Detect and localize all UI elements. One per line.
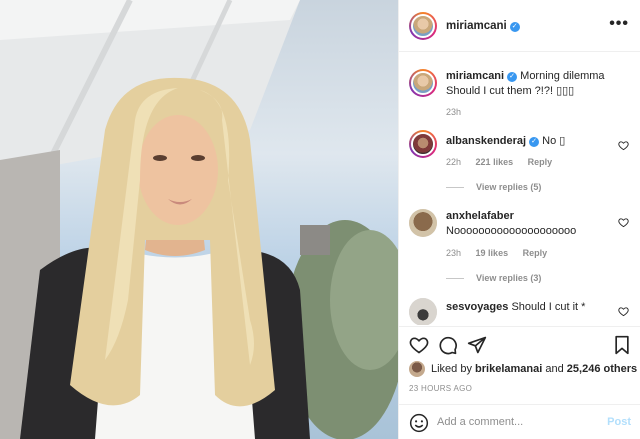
bookmark-icon[interactable] (613, 335, 631, 355)
author-avatar[interactable] (409, 11, 437, 40)
comment-time: 23h (446, 248, 462, 258)
comment-heart-icon[interactable] (618, 140, 629, 151)
post-panel: miriamcani ✓ ••• miriamcani ✓ Morning dile… (398, 0, 640, 439)
comment-heart-icon[interactable] (618, 306, 629, 317)
post-photo[interactable] (0, 0, 398, 439)
comment-username[interactable]: anxhelafaber (446, 210, 514, 222)
comment-likes[interactable]: 19 likes (476, 248, 509, 258)
comment-username[interactable]: albanskenderaj (446, 135, 526, 147)
comments-list[interactable]: miriamcani ✓ Morning dilemma Should I cut… (399, 53, 640, 325)
verified-icon: ✓ (529, 137, 540, 147)
comment-heart-icon[interactable] (618, 217, 629, 228)
instagram-post: miriamcani ✓ ••• miriamcani ✓ Morning dile… (0, 0, 640, 439)
comment-text: albanskenderaj ✓ No ▯ (446, 134, 616, 149)
caption-line-1: Morning dilemma (520, 70, 605, 82)
caption-username[interactable]: miriamcani (446, 70, 504, 82)
verified-icon: ✓ (509, 21, 520, 32)
comment-avatar[interactable] (409, 130, 437, 158)
comment-time: 22h (446, 157, 462, 167)
view-replies-button[interactable]: View replies (5) (446, 182, 541, 192)
caption-avatar[interactable] (409, 69, 437, 97)
comment-body: Should I cut it * (511, 301, 586, 313)
comment-input[interactable] (437, 413, 597, 431)
post-actions: Liked by brikelamanai and 25,246 others … (399, 326, 640, 438)
emoji-icon[interactable] (409, 413, 429, 433)
comment-avatar[interactable] (409, 209, 437, 237)
caption-time: 23h (446, 107, 462, 117)
portrait-image (0, 0, 398, 439)
caption-text: miriamcani ✓ Morning dilemma Should I cut… (446, 69, 616, 99)
liker-avatar[interactable] (409, 361, 425, 377)
comment-body: No ▯ (542, 135, 566, 147)
likes-count[interactable]: 25,246 others (567, 363, 637, 375)
view-replies-button[interactable]: View replies (3) (446, 273, 541, 283)
caption-line-2: Should I cut them ?!?! ▯▯▯ (446, 85, 575, 97)
post-timestamp[interactable]: 23 HOURS AGO (409, 384, 472, 393)
author-username-text[interactable]: miriamcani (446, 20, 507, 32)
likes-summary: Liked by brikelamanai and 25,246 others (409, 361, 637, 377)
view-replies-label[interactable]: View replies (5) (476, 182, 541, 192)
verified-icon: ✓ (507, 72, 518, 82)
comment-meta: 23h 19 likes Reply (446, 248, 559, 258)
action-icons (409, 335, 633, 357)
share-icon[interactable] (467, 335, 487, 355)
reply-button[interactable]: Reply (523, 248, 548, 258)
view-replies-label[interactable]: View replies (3) (476, 273, 541, 283)
comment-body: Noooooooooooooooooooo (446, 225, 577, 237)
comment-icon[interactable] (438, 335, 458, 355)
more-icon[interactable]: ••• (609, 16, 629, 32)
replies-divider (446, 186, 464, 188)
comment-text: anxhelafaber Noooooooooooooooooooo (446, 209, 616, 239)
author-username[interactable]: miriamcani ✓ (446, 20, 520, 32)
reply-button[interactable]: Reply (528, 157, 553, 167)
comment-text: sesvoyages Should I cut it * (446, 300, 616, 315)
add-comment-bar: Post (399, 404, 640, 439)
replies-divider (446, 277, 464, 279)
heart-icon[interactable] (409, 335, 429, 355)
likes-prefix: Liked by (431, 363, 472, 375)
comment-username[interactable]: sesvoyages (446, 301, 508, 313)
comment-avatar[interactable] (409, 298, 437, 325)
comment-likes[interactable]: 221 likes (476, 157, 514, 167)
post-button[interactable]: Post (607, 416, 631, 428)
likes-connector: and (545, 363, 564, 375)
comment-meta: 22h 221 likes Reply (446, 157, 564, 167)
caption-meta: 23h (446, 107, 473, 117)
post-header: miriamcani ✓ ••• (399, 0, 640, 52)
liker-username[interactable]: brikelamanai (475, 363, 542, 375)
